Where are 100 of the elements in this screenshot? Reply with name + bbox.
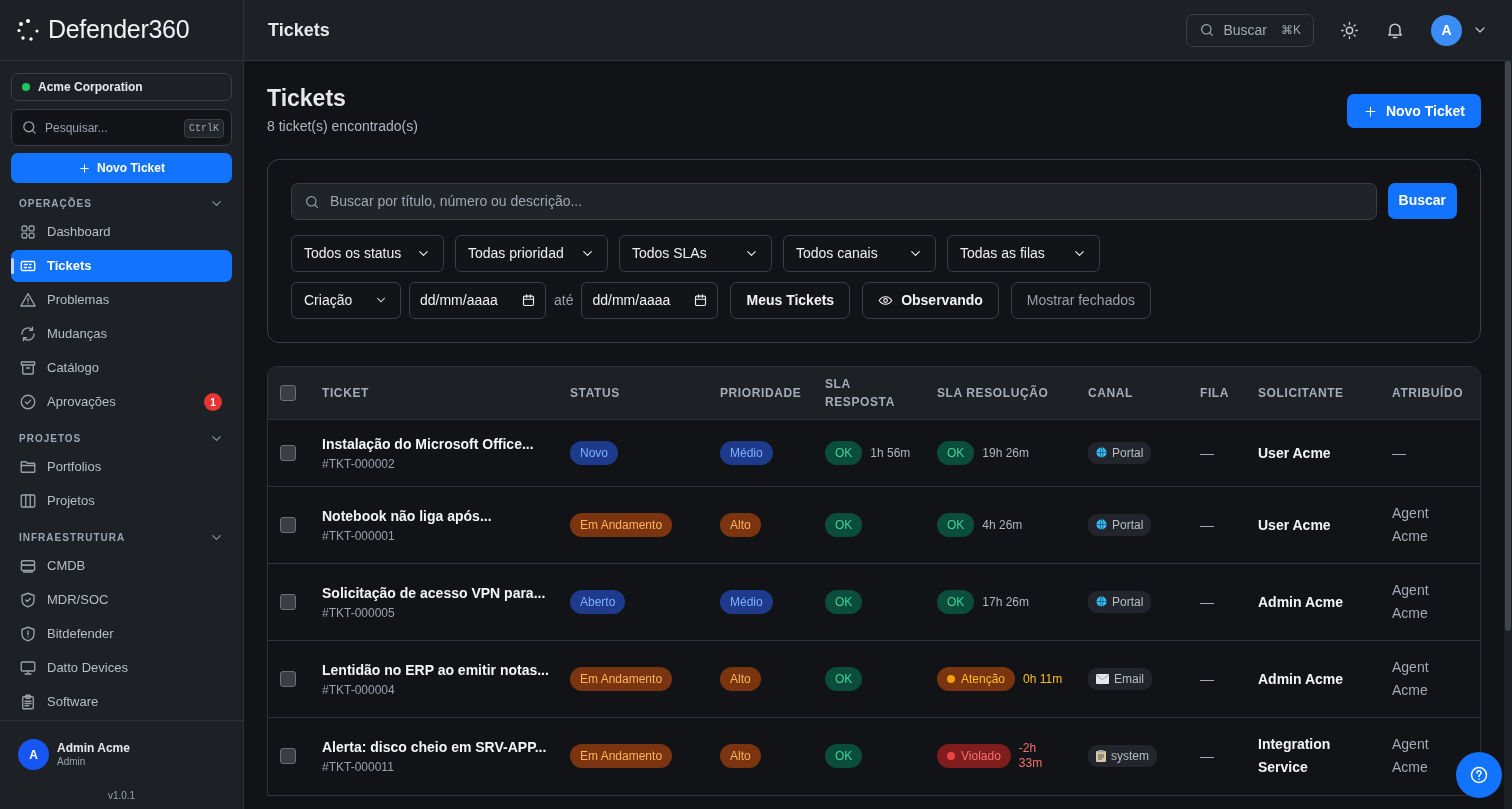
filter-toggle-button[interactable]: Meus Tickets (730, 281, 851, 319)
scrollbar-thumb[interactable] (1505, 61, 1511, 631)
section-title: OPERAÇÕES (19, 196, 92, 211)
sla-badge: OK (825, 667, 863, 692)
shield-alert-icon (19, 625, 37, 643)
sidebar-item[interactable]: MDR/SOC (11, 584, 232, 616)
sidebar-item[interactable]: CMDB (11, 550, 232, 582)
page-header-title: Tickets (268, 18, 330, 42)
search-button[interactable]: Buscar ⌘K (1186, 13, 1314, 47)
requester-name: User Acme (1258, 515, 1332, 535)
sidebar-item[interactable]: Datto Devices (11, 652, 232, 684)
date-type-dropdown[interactable]: Criação (291, 281, 401, 319)
status-badge: Em Andamento (570, 667, 673, 692)
priority-badge: Médio (720, 590, 773, 615)
sidebar-item[interactable]: Mudanças (11, 318, 232, 350)
time-remaining: -2h 33m (1018, 741, 1044, 772)
logo-icon (16, 18, 40, 42)
sidebar-item[interactable]: Projetos (11, 485, 232, 517)
monitor-icon (19, 659, 37, 677)
channel-tag: Email (1088, 668, 1152, 691)
assignee-name: Agent Acme (1392, 658, 1430, 701)
select-all-checkbox[interactable] (280, 384, 296, 401)
date-field[interactable]: dd/mm/aaaa (581, 281, 719, 319)
organization-selector[interactable]: Acme Corporation (11, 73, 232, 101)
requester-name: Admin Acme (1258, 669, 1345, 689)
ticket-number: #TKT-000001 (322, 527, 396, 545)
theme-toggle[interactable] (1340, 20, 1359, 40)
clipboard-icon (1096, 749, 1106, 762)
assignee-name: — (1392, 443, 1407, 463)
new-ticket-button[interactable]: Novo Ticket (11, 153, 232, 183)
plus-icon (78, 161, 92, 175)
help-icon (1469, 765, 1489, 785)
time-remaining: 4h 26m (982, 517, 1023, 535)
sidebar-item[interactable]: Software (11, 686, 232, 718)
filter-dropdown[interactable]: Todos SLAs (619, 234, 772, 272)
status-badge: Em Andamento (570, 513, 673, 538)
count-badge: 1 (204, 393, 222, 411)
requester-name: User Acme (1258, 443, 1332, 463)
time-remaining: 0h 11m (1023, 671, 1063, 689)
ticket-title[interactable]: Lentidão no ERP ao emitir notas... (322, 659, 546, 681)
ticket-number: #TKT-000005 (322, 604, 396, 622)
row-checkbox[interactable] (280, 517, 296, 534)
search-field[interactable]: Buscar por título, número ou descrição... (291, 182, 1377, 220)
status-badge: Em Andamento (570, 744, 673, 769)
sla-badge: OK (825, 744, 863, 769)
sidebar-item[interactable]: Problemas (11, 284, 232, 316)
globe-icon (1096, 519, 1107, 531)
filter-dropdown[interactable]: Todos canais (783, 234, 936, 272)
search-icon (1199, 22, 1216, 38)
ticket-title[interactable]: Instalação do Microsoft Office... (322, 433, 546, 455)
section-title: PROJETOS (19, 431, 82, 446)
version-label: v1.0.1 (106, 789, 137, 803)
page-title: Tickets (267, 85, 347, 113)
sla-badge: OK (937, 441, 975, 466)
user-avatar[interactable]: A (18, 739, 49, 770)
filter-dropdown[interactable]: Todas as filas (947, 234, 1100, 272)
scrollbar[interactable] (1504, 61, 1512, 809)
calendar-icon (521, 292, 536, 308)
requester-name: Integration Service (1258, 735, 1332, 778)
priority-badge: Alto (720, 513, 761, 538)
time-remaining: 1h 56m (870, 445, 911, 463)
empty-value: — (1200, 516, 1214, 533)
row-checkbox[interactable] (280, 445, 296, 462)
sidebar-item[interactable]: Bitdefender (11, 618, 232, 650)
ticket-title[interactable]: Solicitação de acesso VPN para... (322, 582, 546, 604)
logo-text: Defender360 (48, 14, 190, 46)
sidebar-item[interactable]: Dashboard (11, 216, 232, 248)
filter-toggle-button[interactable]: Mostrar fechados (1010, 281, 1151, 319)
ticket-title[interactable]: Alerta: disco cheio em SRV-APP... (322, 736, 546, 758)
sidebar-item[interactable]: Catálogo (11, 352, 232, 384)
calendar-icon (693, 292, 709, 308)
new-ticket-button[interactable]: Novo Ticket (1346, 94, 1481, 128)
sidebar-item[interactable]: Tickets (11, 250, 232, 282)
search-button[interactable]: Buscar (1387, 182, 1457, 219)
date-field[interactable]: dd/mm/aaaa (409, 281, 546, 319)
requester-name: Admin Acme (1258, 592, 1345, 612)
sidebar-item[interactable]: Portfolios (11, 451, 232, 483)
filter-dropdown[interactable]: Todas prioridad (455, 234, 608, 272)
sla-badge: OK (825, 590, 863, 615)
sla-badge: OK (937, 590, 975, 615)
status-badge: Aberto (570, 590, 626, 615)
filter-toggle-button[interactable]: Observando (862, 281, 999, 319)
row-checkbox[interactable] (280, 671, 296, 688)
refresh-icon (19, 325, 37, 343)
shield-check-icon (19, 591, 37, 609)
search-icon (21, 119, 38, 136)
globe-icon (1096, 447, 1107, 459)
assignee-name: Agent Acme (1392, 581, 1430, 624)
sidebar-item[interactable]: Aprovações 1 (11, 386, 232, 418)
shortcut-hint: CtrlK (184, 119, 224, 138)
help-button[interactable] (1456, 752, 1502, 798)
filter-dropdown[interactable]: Todos os status (291, 234, 444, 272)
row-checkbox[interactable] (280, 748, 296, 765)
row-checkbox[interactable] (280, 594, 296, 611)
time-remaining: 19h 26m (982, 445, 1030, 463)
assignee-name: Agent Acme (1392, 735, 1430, 778)
ticket-title[interactable]: Notebook não liga após... (322, 505, 546, 527)
warning-icon (19, 291, 37, 309)
section-title: INFRAESTRUTURA (19, 530, 126, 545)
sla-badge: OK (937, 513, 975, 538)
